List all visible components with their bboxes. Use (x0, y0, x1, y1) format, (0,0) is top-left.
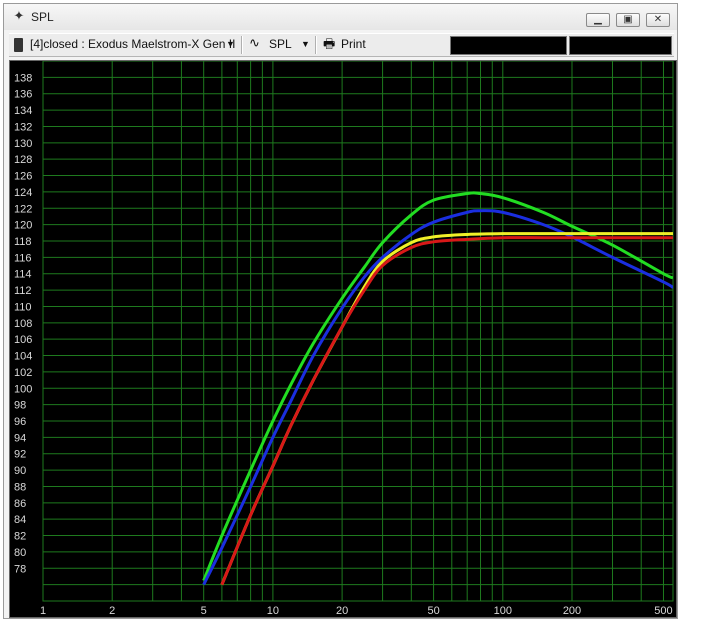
toolbar-separator (315, 36, 317, 54)
readout-field-2 (569, 36, 672, 55)
crosshair-icon: ✦ (13, 8, 25, 23)
spl-chart: 7880828486889092949698100102104106108110… (14, 60, 674, 617)
y-tick-label: 88 (14, 481, 26, 493)
x-tick-label: 5 (201, 605, 207, 617)
spl-chart-frame: 78 80 82 84 86 88 90 92 94 96 98 100 102 104 106 108 110… (9, 60, 677, 618)
readout-field-1 (450, 36, 567, 55)
y-tick-label: 90 (14, 465, 26, 477)
model-select[interactable]: [4]closed : Exodus Maelstrom-X Gen II (30, 37, 235, 51)
y-tick-label: 92 (14, 449, 26, 461)
x-tick-label: 2 (109, 605, 115, 617)
y-tick-label: 80 (14, 547, 26, 559)
y-tick-label: 132 (14, 121, 32, 133)
y-tick-label: 128 (14, 154, 32, 166)
title-bar[interactable]: ✦ SPL ▁ ▣ ✕ (4, 4, 677, 30)
y-tick-label: 110 (14, 301, 32, 313)
spl-select[interactable]: SPL (269, 37, 292, 51)
maximize-button[interactable]: ▣ (616, 13, 640, 27)
x-tick-label: 20 (336, 605, 348, 617)
model-dropdown-arrow[interactable]: ▼ (226, 39, 235, 49)
x-tick-label: 200 (563, 605, 581, 617)
sine-wave-icon: ∿ (249, 35, 260, 50)
y-tick-label: 136 (14, 89, 32, 101)
series-line-2 (202, 209, 673, 586)
toolbar: [4]closed : Exodus Maelstrom-X Gen II ▼ … (9, 33, 674, 57)
printer-icon: 🖶 (323, 36, 336, 51)
x-tick-label: 100 (494, 605, 512, 617)
print-button[interactable]: Print (341, 37, 366, 51)
y-tick-label: 130 (14, 138, 32, 150)
spl-window: ✦ SPL ▁ ▣ ✕ [4]closed : Exodus Maelstrom… (3, 3, 678, 619)
y-tick-label: 78 (14, 563, 26, 575)
y-tick-label: 84 (14, 514, 26, 526)
y-tick-label: 116 (14, 252, 32, 264)
y-tick-label: 82 (14, 531, 26, 543)
toolbar-separator (241, 36, 243, 54)
y-tick-label: 124 (14, 187, 32, 199)
y-tick-label: 120 (14, 220, 32, 232)
plot-border (42, 60, 674, 602)
minimize-button[interactable]: ▁ (586, 13, 610, 27)
x-tick-label: 50 (427, 605, 439, 617)
series-line-3 (220, 232, 673, 586)
y-tick-label: 114 (14, 269, 32, 281)
y-tick-label: 100 (14, 383, 32, 395)
y-tick-label: 122 (14, 203, 32, 215)
y-tick-label: 94 (14, 432, 26, 444)
y-tick-label: 138 (14, 72, 32, 84)
y-tick-label: 112 (14, 285, 32, 297)
y-tick-label: 126 (14, 171, 32, 183)
y-tick-label: 98 (14, 400, 26, 412)
y-tick-label: 104 (14, 351, 32, 363)
y-tick-label: 118 (14, 236, 32, 248)
x-tick-label: 500 (654, 605, 672, 617)
y-tick-label: 96 (14, 416, 26, 428)
y-tick-label: 108 (14, 318, 32, 330)
y-tick-label: 106 (14, 334, 32, 346)
x-tick-label: 10 (267, 605, 279, 617)
window-title: SPL (31, 10, 54, 24)
close-button[interactable]: ✕ (646, 13, 670, 27)
y-tick-label: 102 (14, 367, 32, 379)
y-tick-label: 86 (14, 498, 26, 510)
document-icon (14, 38, 23, 52)
spl-dropdown-arrow[interactable]: ▼ (301, 39, 310, 49)
y-tick-label: 134 (14, 105, 32, 117)
x-tick-label: 1 (40, 605, 46, 617)
